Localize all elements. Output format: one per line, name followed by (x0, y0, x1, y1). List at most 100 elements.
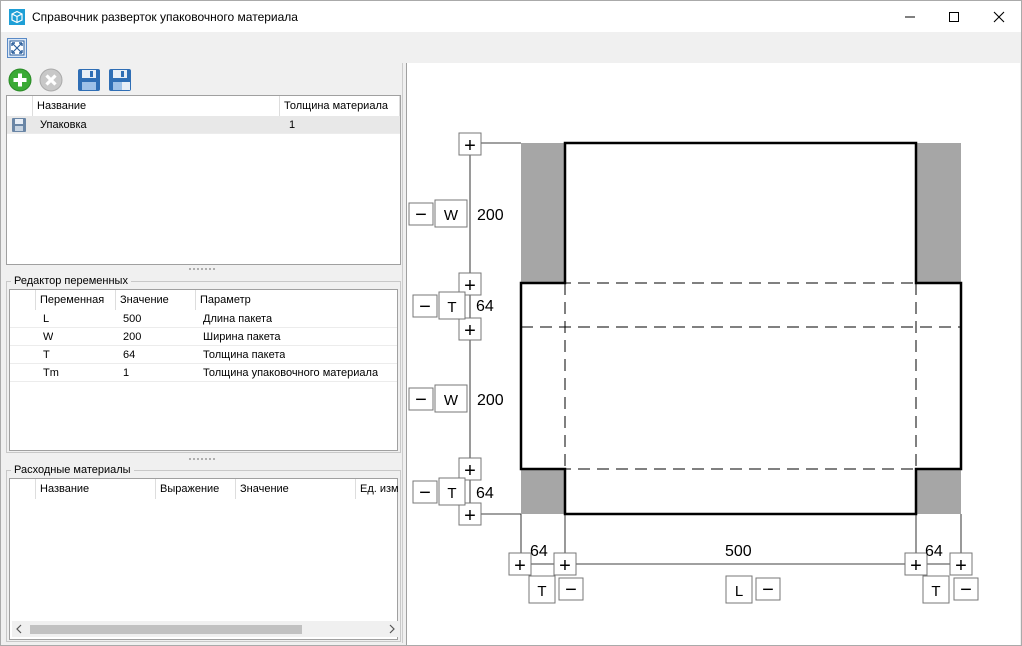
table-row[interactable]: Упаковка 1 (7, 116, 400, 134)
remove-segment-button[interactable]: − (408, 202, 434, 226)
svg-text:+: + (464, 135, 476, 157)
dimension-value: 500 (725, 543, 752, 560)
variables-grid-header: Переменная Значение Параметр (10, 290, 397, 310)
svg-text:L: L (735, 583, 743, 600)
svg-text:T: T (537, 583, 546, 600)
delete-icon (39, 68, 63, 92)
save-as-button[interactable] (107, 67, 133, 93)
remove-segment-button[interactable]: − (412, 294, 438, 318)
variable-value[interactable]: 64 (123, 346, 135, 364)
app-window: Справочник разверток упаковочного матери… (0, 0, 1022, 646)
window-title: Справочник разверток упаковочного матери… (32, 10, 298, 24)
add-icon (8, 68, 32, 92)
add-row-button[interactable]: + (458, 132, 482, 157)
column-header-thickness[interactable]: Толщина материала (280, 96, 400, 116)
maximize-button[interactable] (931, 1, 977, 32)
drawing-canvas[interactable]: + + + + + − W 200 − T 64 − W 200 − T 64 … (406, 63, 1020, 645)
save-button[interactable] (76, 67, 102, 93)
delete-button[interactable] (38, 67, 64, 93)
minimize-icon (905, 16, 915, 18)
row-indicator-header (7, 96, 33, 116)
dimension-value: 64 (925, 543, 943, 560)
unfold-drawing: + + + + + − W 200 − T 64 − W 200 − T 64 … (408, 132, 979, 604)
flap-top-right (916, 143, 961, 283)
column-header-variable[interactable]: Переменная (36, 290, 116, 310)
variable-value[interactable]: 500 (123, 310, 141, 328)
remove-segment-button[interactable]: − (755, 577, 781, 601)
variable-parameter: Толщина упаковочного материала (203, 367, 379, 379)
remove-segment-button[interactable]: − (412, 480, 438, 504)
view-toolbar (1, 32, 1021, 62)
add-column-button[interactable]: + (949, 552, 973, 577)
segment-variable-box[interactable]: L (725, 575, 753, 604)
table-row[interactable]: W 200 Ширина пакета (10, 328, 397, 346)
package-thickness: 1 (289, 119, 296, 131)
svg-text:−: − (419, 482, 431, 504)
chevron-right-icon[interactable] (387, 624, 397, 634)
svg-text:+: + (464, 275, 476, 297)
segment-variable-box[interactable]: T (922, 575, 950, 604)
segment-variable-box[interactable]: T (528, 575, 556, 604)
horizontal-scrollbar[interactable] (12, 621, 399, 637)
add-row-button[interactable]: + (458, 317, 482, 342)
flap-bottom-left (521, 469, 565, 514)
column-header-parameter[interactable]: Параметр (196, 290, 396, 310)
svg-text:+: + (910, 555, 922, 577)
column-header-unit[interactable]: Ед. изм (356, 479, 399, 499)
table-row[interactable]: T 64 Толщина пакета (10, 346, 397, 364)
column-header-expression[interactable]: Выражение (156, 479, 236, 499)
svg-text:−: − (415, 204, 427, 226)
unfold-outline (519, 141, 963, 516)
minimize-button[interactable] (887, 1, 933, 32)
splitter-grip[interactable] (188, 267, 216, 271)
column-header-name[interactable]: Название (33, 96, 280, 116)
consumables-group-label: Расходные материалы (11, 464, 134, 476)
maximize-icon (949, 12, 959, 22)
splitter-grip[interactable] (188, 457, 216, 461)
segment-variable-box[interactable]: T (438, 477, 466, 506)
scrollbar-thumb[interactable] (30, 625, 302, 634)
svg-text:+: + (955, 555, 967, 577)
dimension-value: 64 (476, 298, 494, 315)
variables-group-label: Редактор переменных (11, 275, 131, 287)
variable-value[interactable]: 200 (123, 328, 141, 346)
save-as-icon (109, 69, 131, 91)
svg-text:−: − (415, 389, 427, 411)
add-row-button[interactable]: + (458, 502, 482, 527)
segment-variable-box[interactable]: T (438, 291, 466, 320)
remove-segment-button[interactable]: − (558, 577, 584, 601)
svg-text:+: + (464, 505, 476, 527)
packages-grid: Название Толщина материала Упаковка 1 (6, 95, 401, 265)
add-button[interactable] (7, 67, 33, 93)
flap-top-left (521, 143, 565, 283)
variable-value[interactable]: 1 (123, 364, 129, 382)
svg-text:W: W (444, 392, 459, 409)
svg-text:+: + (559, 555, 571, 577)
column-header-value[interactable]: Значение (116, 290, 196, 310)
svg-text:−: − (762, 579, 774, 601)
variable-parameter: Ширина пакета (203, 331, 281, 343)
fold-lines (521, 282, 961, 470)
close-icon (993, 11, 1005, 23)
consumables-grid: Название Выражение Значение Ед. изм (9, 478, 399, 640)
remove-segment-button[interactable]: − (953, 577, 979, 601)
add-column-button[interactable]: + (508, 552, 532, 577)
chevron-left-icon[interactable] (14, 624, 24, 634)
dimension-value: 64 (530, 543, 548, 560)
column-header-value[interactable]: Значение (236, 479, 356, 499)
add-column-button[interactable]: + (553, 552, 577, 577)
box-cube-icon (9, 9, 25, 25)
packages-grid-header: Название Толщина материала (7, 96, 400, 116)
svg-text:T: T (931, 583, 940, 600)
zoom-fit-button[interactable] (7, 38, 27, 58)
segment-variable-box[interactable]: W (434, 199, 468, 228)
column-header-name[interactable]: Название (36, 479, 156, 499)
segment-variable-box[interactable]: W (434, 384, 468, 413)
close-button[interactable] (976, 1, 1022, 32)
table-row[interactable]: Tm 1 Толщина упаковочного материала (10, 364, 397, 382)
title-bar: Справочник разверток упаковочного матери… (1, 1, 1021, 32)
remove-segment-button[interactable]: − (408, 387, 434, 411)
svg-text:−: − (565, 579, 577, 601)
table-row[interactable]: L 500 Длина пакета (10, 310, 397, 328)
add-column-button[interactable]: + (904, 552, 928, 577)
